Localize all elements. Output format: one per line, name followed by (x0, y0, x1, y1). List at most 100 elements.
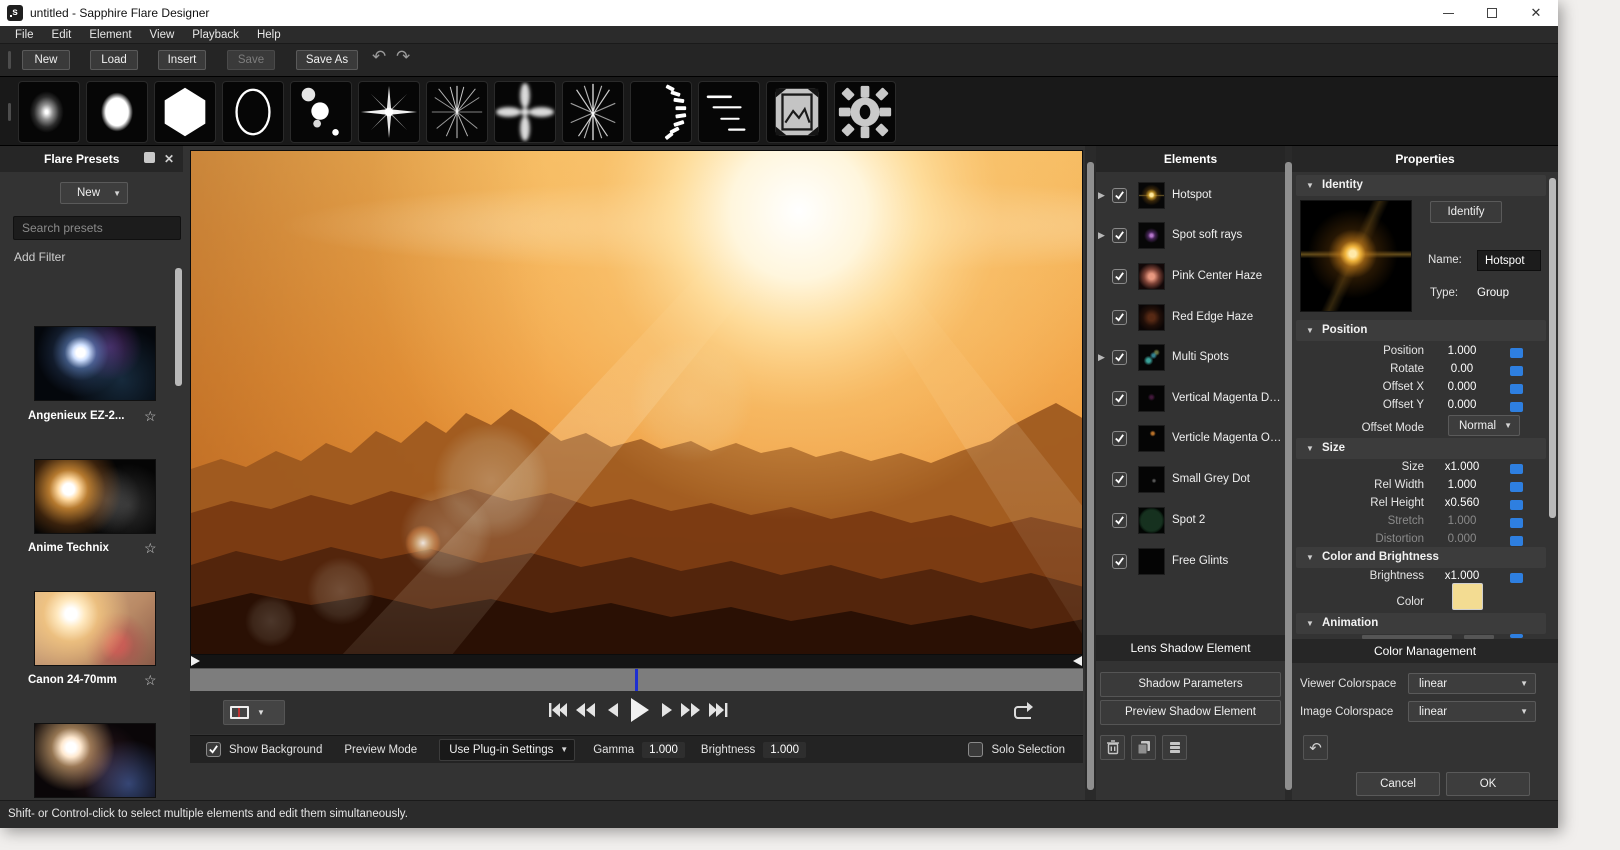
keyframe-toggle[interactable] (1510, 634, 1523, 638)
offset-x-value[interactable]: 0.000 (1434, 381, 1490, 393)
flare-preview-viewport[interactable] (190, 150, 1083, 655)
view-mode-dropdown[interactable]: ▼ (223, 700, 285, 725)
ring-icon[interactable] (222, 81, 284, 143)
new-button[interactable]: New (22, 50, 70, 70)
star-glint-icon[interactable] (358, 81, 420, 143)
rotate-value[interactable]: 0.00 (1434, 363, 1490, 375)
preset-thumbnail[interactable] (34, 459, 156, 534)
keyframe-toggle[interactable] (1510, 536, 1523, 546)
keyframe-toggle[interactable] (1510, 384, 1523, 394)
delete-element-button[interactable] (1100, 735, 1125, 760)
rel-width-value[interactable]: 1.000 (1434, 479, 1490, 491)
element-checkbox[interactable] (1112, 391, 1127, 406)
element-row-spot-2[interactable]: Spot 2 (1096, 503, 1285, 537)
thin-glints-icon[interactable] (562, 81, 624, 143)
element-row-verticle-magenta-orange[interactable]: Verticle Magenta Orange ... (1096, 421, 1285, 455)
splitter-handle[interactable] (1285, 162, 1292, 790)
element-checkbox[interactable] (1112, 269, 1127, 284)
preview-mode-label[interactable]: Preview Mode (344, 744, 417, 756)
streaks-icon[interactable] (698, 81, 760, 143)
favorite-star-icon[interactable]: ☆ (144, 408, 157, 425)
viewer-elements-splitter[interactable] (1085, 146, 1096, 800)
element-checkbox[interactable] (1112, 554, 1127, 569)
element-row-small-grey-dot[interactable]: Small Grey Dot (1096, 462, 1285, 496)
rays-icon[interactable] (426, 81, 488, 143)
menu-playback[interactable]: Playback (183, 26, 248, 43)
expand-arrow-icon[interactable]: ▶ (1098, 352, 1105, 363)
out-point-marker-icon[interactable] (1073, 656, 1082, 666)
ok-button[interactable]: OK (1446, 772, 1530, 796)
identify-button[interactable]: Identify (1430, 201, 1502, 223)
duplicate-stack-button[interactable] (1162, 735, 1187, 760)
identity-section-header[interactable]: Identity (1296, 175, 1546, 196)
search-presets-input[interactable] (13, 216, 181, 240)
add-filter-link[interactable]: Add Filter (14, 250, 65, 264)
save-button[interactable]: Save (227, 50, 275, 70)
timeline-scrub-bar[interactable] (190, 668, 1083, 691)
menu-edit[interactable]: Edit (43, 26, 81, 43)
preview-shadow-element-button[interactable]: Preview Shadow Element (1100, 700, 1281, 725)
preset-thumbnail[interactable] (34, 326, 156, 401)
element-brightness-value[interactable]: x1.000 (1434, 570, 1490, 582)
keyframe-toggle[interactable] (1510, 573, 1523, 583)
size-value[interactable]: x1.000 (1434, 461, 1490, 473)
element-row-hotspot[interactable]: ▶ Hotspot (1096, 178, 1285, 212)
close-panel-icon[interactable]: ✕ (164, 152, 174, 166)
fast-forward-button[interactable] (680, 699, 702, 721)
settings-gear-icon[interactable] (834, 81, 896, 143)
undo-icon[interactable]: ↶ (372, 47, 386, 67)
element-checkbox[interactable] (1112, 513, 1127, 528)
element-checkbox[interactable] (1112, 431, 1127, 446)
minimize-button[interactable] (1426, 0, 1470, 26)
elements-properties-splitter[interactable] (1285, 146, 1292, 800)
spots-icon[interactable] (290, 81, 352, 143)
element-row-vertical-magenta-dots[interactable]: Vertical Magenta Dots (1096, 381, 1285, 415)
background-image-icon[interactable] (766, 81, 828, 143)
properties-scrollbar[interactable] (1549, 178, 1556, 518)
playhead[interactable] (635, 669, 638, 691)
timeline-range-bar[interactable] (190, 655, 1083, 668)
shadow-parameters-button[interactable]: Shadow Parameters (1100, 672, 1281, 697)
polygon-icon[interactable] (154, 81, 216, 143)
go-to-start-button[interactable] (546, 699, 568, 721)
presets-scrollbar[interactable] (175, 268, 182, 386)
offset-mode-dropdown[interactable]: Normal▼ (1448, 415, 1520, 436)
element-row-free-glints[interactable]: Free Glints (1096, 544, 1285, 578)
glow-hotspot-icon[interactable] (18, 81, 80, 143)
element-row-pink-center-haze[interactable]: Pink Center Haze (1096, 259, 1285, 293)
rel-height-value[interactable]: x0.560 (1434, 497, 1490, 509)
distortion-value[interactable]: 0.000 (1434, 533, 1490, 545)
step-back-button[interactable] (604, 699, 622, 721)
float-panel-icon[interactable] (144, 152, 155, 163)
fast-rewind-button[interactable] (574, 699, 596, 721)
gamma-value[interactable]: 1.000 (642, 742, 685, 758)
disc-icon[interactable] (86, 81, 148, 143)
element-checkbox[interactable] (1112, 472, 1127, 487)
position-section-header[interactable]: Position (1296, 320, 1546, 341)
menu-file[interactable]: File (6, 26, 43, 43)
go-to-end-button[interactable] (708, 699, 730, 721)
stretch-value[interactable]: 1.000 (1434, 515, 1490, 527)
image-colorspace-dropdown[interactable]: linear▼ (1408, 701, 1536, 722)
insert-button[interactable]: Insert (158, 50, 206, 70)
element-row-spot-soft-rays[interactable]: ▶ Spot soft rays (1096, 218, 1285, 252)
viewer-colorspace-dropdown[interactable]: linear▼ (1408, 673, 1536, 694)
element-checkbox[interactable] (1112, 188, 1127, 203)
step-forward-button[interactable] (658, 699, 676, 721)
name-field[interactable]: Hotspot (1477, 250, 1541, 271)
close-button[interactable]: ✕ (1514, 0, 1558, 26)
show-background-checkbox[interactable] (206, 742, 221, 757)
size-section-header[interactable]: Size (1296, 438, 1546, 459)
keyframe-toggle[interactable] (1510, 464, 1523, 474)
copy-element-button[interactable] (1131, 735, 1156, 760)
load-button[interactable]: Load (90, 50, 138, 70)
soft-rays-icon[interactable] (494, 81, 556, 143)
keyframe-toggle[interactable] (1510, 482, 1523, 492)
redo-icon[interactable]: ↷ (396, 47, 410, 67)
expand-arrow-icon[interactable]: ▶ (1098, 190, 1105, 201)
keyframe-toggle[interactable] (1510, 348, 1523, 358)
keyframe-toggle[interactable] (1510, 366, 1523, 376)
offset-y-value[interactable]: 0.000 (1434, 399, 1490, 411)
color-brightness-section-header[interactable]: Color and Brightness (1296, 547, 1546, 568)
element-checkbox[interactable] (1112, 228, 1127, 243)
